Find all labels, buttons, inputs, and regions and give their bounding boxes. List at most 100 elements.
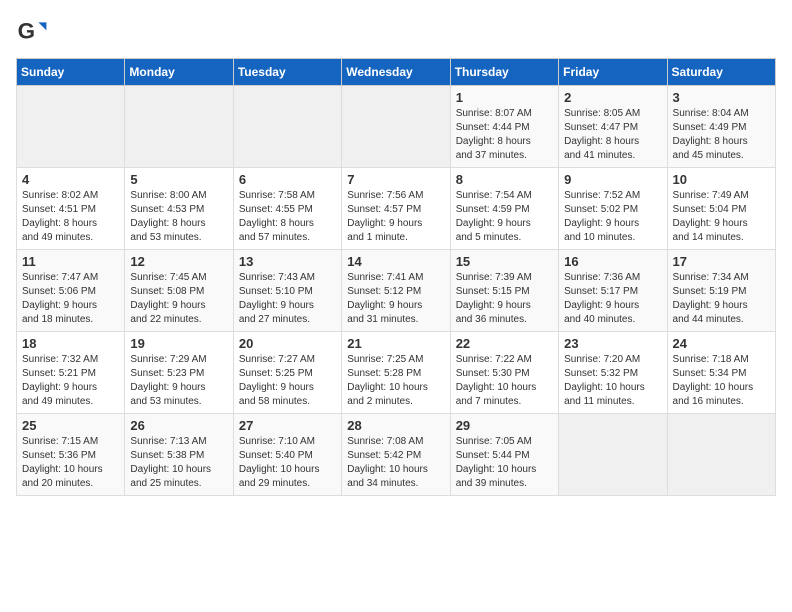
day-number: 23	[564, 336, 661, 351]
day-number: 8	[456, 172, 553, 187]
day-number: 24	[673, 336, 770, 351]
column-header-friday: Friday	[559, 59, 667, 86]
week-row-3: 11Sunrise: 7:47 AM Sunset: 5:06 PM Dayli…	[17, 250, 776, 332]
day-cell: 13 Sunrise: 7:43 AM Sunset: 5:10 PM Dayli…	[233, 250, 341, 332]
day-number: 21	[347, 336, 444, 351]
day-number: 22	[456, 336, 553, 351]
day-info: Sunrise: 7:29 AM Sunset: 5:23 PM Dayligh…	[130, 353, 227, 409]
page-header: G	[16, 16, 776, 48]
day-cell: 1 Sunrise: 8:07 AM Sunset: 4:44 PM Daylig…	[450, 86, 558, 168]
day-cell: 15 Sunrise: 7:39 AM Sunset: 5:15 PM Dayli…	[450, 250, 558, 332]
day-number: 4	[22, 172, 119, 187]
header-row: SundayMondayTuesdayWednesdayThursdayFrid…	[17, 59, 776, 86]
column-header-monday: Monday	[125, 59, 233, 86]
week-row-1: 1 Sunrise: 8:07 AM Sunset: 4:44 PM Daylig…	[17, 86, 776, 168]
day-info: Sunrise: 7:18 AM Sunset: 5:34 PM Dayligh…	[673, 353, 770, 409]
day-cell	[559, 414, 667, 496]
day-info: Sunrise: 7:25 AM Sunset: 5:28 PM Dayligh…	[347, 353, 444, 409]
day-info: Sunrise: 7:27 AM Sunset: 5:25 PM Dayligh…	[239, 353, 336, 409]
day-info: Sunrise: 8:04 AM Sunset: 4:49 PM Dayligh…	[673, 107, 770, 163]
day-info: Sunrise: 7:22 AM Sunset: 5:30 PM Dayligh…	[456, 353, 553, 409]
day-info: Sunrise: 7:34 AM Sunset: 5:19 PM Dayligh…	[673, 271, 770, 327]
day-number: 17	[673, 254, 770, 269]
column-header-saturday: Saturday	[667, 59, 775, 86]
day-number: 7	[347, 172, 444, 187]
day-number: 29	[456, 418, 553, 433]
day-info: Sunrise: 7:41 AM Sunset: 5:12 PM Dayligh…	[347, 271, 444, 327]
day-info: Sunrise: 7:56 AM Sunset: 4:57 PM Dayligh…	[347, 189, 444, 245]
day-number: 14	[347, 254, 444, 269]
day-cell: 3 Sunrise: 8:04 AM Sunset: 4:49 PM Daylig…	[667, 86, 775, 168]
day-cell: 16 Sunrise: 7:36 AM Sunset: 5:17 PM Dayli…	[559, 250, 667, 332]
day-cell: 2 Sunrise: 8:05 AM Sunset: 4:47 PM Daylig…	[559, 86, 667, 168]
day-cell: 7 Sunrise: 7:56 AM Sunset: 4:57 PM Daylig…	[342, 168, 450, 250]
day-cell: 6 Sunrise: 7:58 AM Sunset: 4:55 PM Daylig…	[233, 168, 341, 250]
day-info: Sunrise: 7:47 AM Sunset: 5:06 PM Dayligh…	[22, 271, 119, 327]
day-info: Sunrise: 7:54 AM Sunset: 4:59 PM Dayligh…	[456, 189, 553, 245]
day-number: 18	[22, 336, 119, 351]
day-number: 13	[239, 254, 336, 269]
day-number: 9	[564, 172, 661, 187]
day-info: Sunrise: 7:20 AM Sunset: 5:32 PM Dayligh…	[564, 353, 661, 409]
day-cell: 8 Sunrise: 7:54 AM Sunset: 4:59 PM Daylig…	[450, 168, 558, 250]
day-info: Sunrise: 7:05 AM Sunset: 5:44 PM Dayligh…	[456, 435, 553, 491]
day-info: Sunrise: 7:36 AM Sunset: 5:17 PM Dayligh…	[564, 271, 661, 327]
day-number: 15	[456, 254, 553, 269]
day-cell: 29 Sunrise: 7:05 AM Sunset: 5:44 PM Dayli…	[450, 414, 558, 496]
column-header-thursday: Thursday	[450, 59, 558, 86]
week-row-2: 4 Sunrise: 8:02 AM Sunset: 4:51 PM Daylig…	[17, 168, 776, 250]
day-cell	[125, 86, 233, 168]
day-info: Sunrise: 7:52 AM Sunset: 5:02 PM Dayligh…	[564, 189, 661, 245]
day-number: 16	[564, 254, 661, 269]
day-cell	[233, 86, 341, 168]
day-cell: 12 Sunrise: 7:45 AM Sunset: 5:08 PM Dayli…	[125, 250, 233, 332]
day-cell: 11Sunrise: 7:47 AM Sunset: 5:06 PM Dayli…	[17, 250, 125, 332]
day-number: 28	[347, 418, 444, 433]
day-cell: 5 Sunrise: 8:00 AM Sunset: 4:53 PM Daylig…	[125, 168, 233, 250]
day-info: Sunrise: 8:05 AM Sunset: 4:47 PM Dayligh…	[564, 107, 661, 163]
day-number: 19	[130, 336, 227, 351]
day-info: Sunrise: 7:58 AM Sunset: 4:55 PM Dayligh…	[239, 189, 336, 245]
day-cell: 19 Sunrise: 7:29 AM Sunset: 5:23 PM Dayli…	[125, 332, 233, 414]
day-number: 1	[456, 90, 553, 105]
day-cell	[667, 414, 775, 496]
day-cell: 14 Sunrise: 7:41 AM Sunset: 5:12 PM Dayli…	[342, 250, 450, 332]
day-cell: 4 Sunrise: 8:02 AM Sunset: 4:51 PM Daylig…	[17, 168, 125, 250]
day-info: Sunrise: 8:07 AM Sunset: 4:44 PM Dayligh…	[456, 107, 553, 163]
day-number: 26	[130, 418, 227, 433]
calendar-table: SundayMondayTuesdayWednesdayThursdayFrid…	[16, 58, 776, 496]
day-number: 5	[130, 172, 227, 187]
day-cell: 9 Sunrise: 7:52 AM Sunset: 5:02 PM Daylig…	[559, 168, 667, 250]
day-number: 20	[239, 336, 336, 351]
day-cell: 17 Sunrise: 7:34 AM Sunset: 5:19 PM Dayli…	[667, 250, 775, 332]
day-number: 10	[673, 172, 770, 187]
week-row-5: 25Sunrise: 7:15 AM Sunset: 5:36 PM Dayli…	[17, 414, 776, 496]
logo: G	[16, 16, 52, 48]
day-info: Sunrise: 7:43 AM Sunset: 5:10 PM Dayligh…	[239, 271, 336, 327]
day-info: Sunrise: 8:00 AM Sunset: 4:53 PM Dayligh…	[130, 189, 227, 245]
day-info: Sunrise: 8:02 AM Sunset: 4:51 PM Dayligh…	[22, 189, 119, 245]
day-number: 3	[673, 90, 770, 105]
day-info: Sunrise: 7:49 AM Sunset: 5:04 PM Dayligh…	[673, 189, 770, 245]
day-info: Sunrise: 7:45 AM Sunset: 5:08 PM Dayligh…	[130, 271, 227, 327]
day-cell: 21 Sunrise: 7:25 AM Sunset: 5:28 PM Dayli…	[342, 332, 450, 414]
day-cell: 27Sunrise: 7:10 AM Sunset: 5:40 PM Dayli…	[233, 414, 341, 496]
day-number: 6	[239, 172, 336, 187]
day-number: 12	[130, 254, 227, 269]
day-number: 2	[564, 90, 661, 105]
day-cell: 25Sunrise: 7:15 AM Sunset: 5:36 PM Dayli…	[17, 414, 125, 496]
day-info: Sunrise: 7:10 AM Sunset: 5:40 PM Dayligh…	[239, 435, 336, 491]
day-info: Sunrise: 7:15 AM Sunset: 5:36 PM Dayligh…	[22, 435, 119, 491]
day-info: Sunrise: 7:39 AM Sunset: 5:15 PM Dayligh…	[456, 271, 553, 327]
day-cell: 24 Sunrise: 7:18 AM Sunset: 5:34 PM Dayli…	[667, 332, 775, 414]
logo-icon: G	[16, 16, 48, 48]
day-cell: 26 Sunrise: 7:13 AM Sunset: 5:38 PM Dayli…	[125, 414, 233, 496]
week-row-4: 18Sunrise: 7:32 AM Sunset: 5:21 PM Dayli…	[17, 332, 776, 414]
svg-text:G: G	[18, 18, 35, 43]
day-cell: 28 Sunrise: 7:08 AM Sunset: 5:42 PM Dayli…	[342, 414, 450, 496]
day-cell: 18Sunrise: 7:32 AM Sunset: 5:21 PM Dayli…	[17, 332, 125, 414]
day-info: Sunrise: 7:08 AM Sunset: 5:42 PM Dayligh…	[347, 435, 444, 491]
day-info: Sunrise: 7:13 AM Sunset: 5:38 PM Dayligh…	[130, 435, 227, 491]
day-cell: 10 Sunrise: 7:49 AM Sunset: 5:04 PM Dayli…	[667, 168, 775, 250]
column-header-sunday: Sunday	[17, 59, 125, 86]
